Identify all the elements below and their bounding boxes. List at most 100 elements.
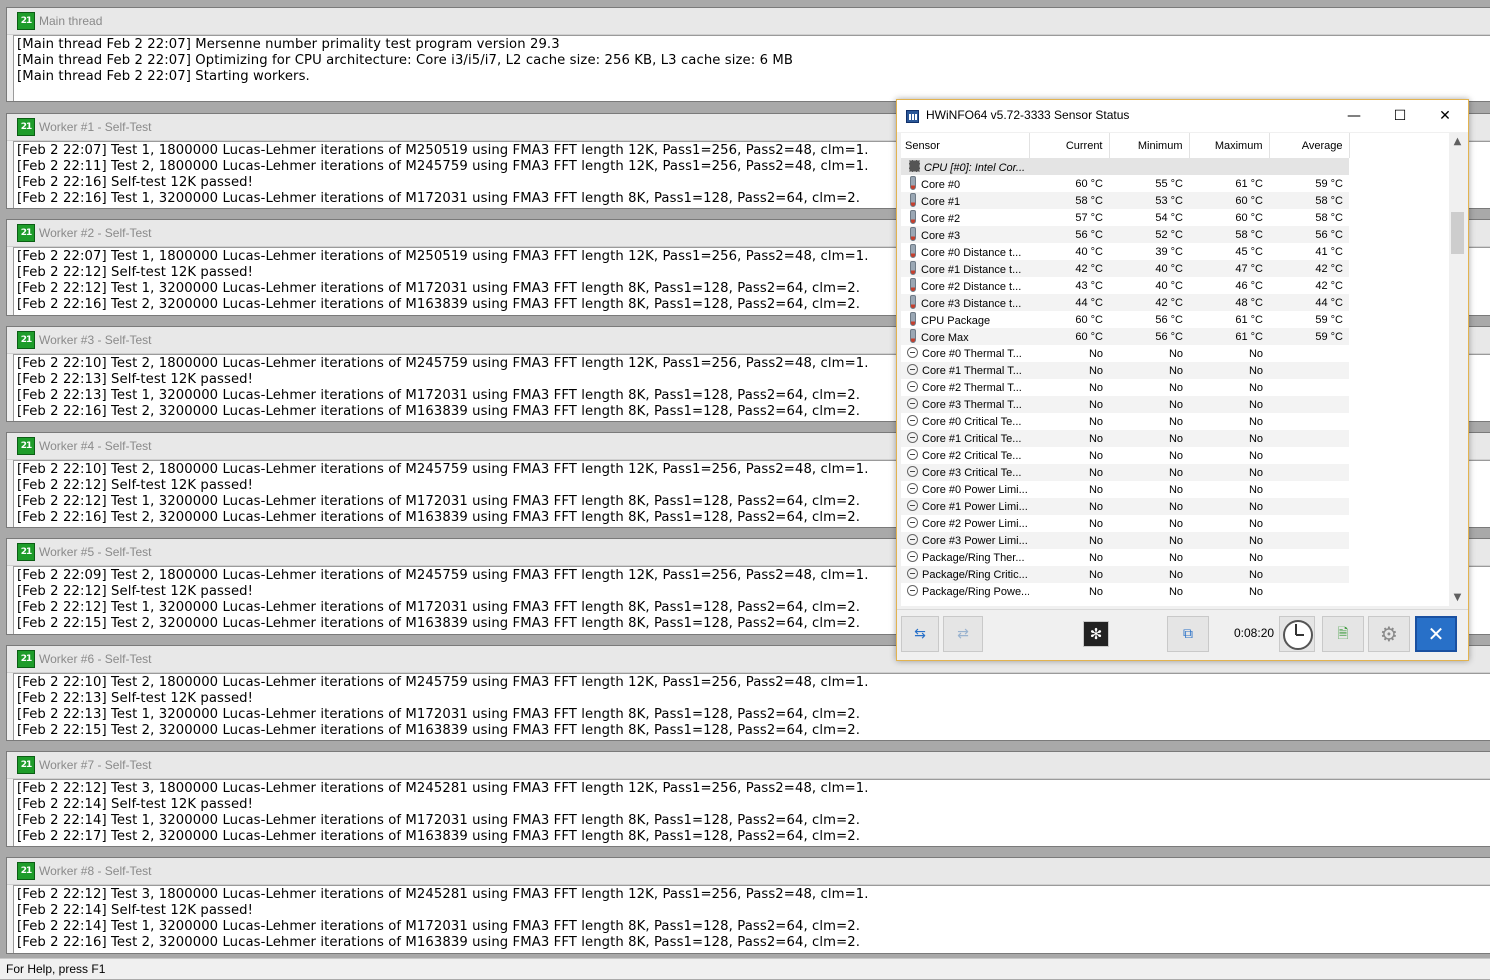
average-value (1269, 515, 1349, 532)
hwinfo-title: HWiNFO64 v5.72-3333 Sensor Status (926, 108, 1130, 122)
close-window-button[interactable]: ✕ (1422, 100, 1468, 132)
sensor-row[interactable]: Core #0 Distance t... 40 °C 39 °C 45 °C 41 °… (901, 243, 1449, 260)
column-header-minimum[interactable]: Minimum (1109, 133, 1190, 158)
current-value: No (1088, 415, 1103, 428)
sensor-row[interactable]: Core #0 Power Limi... No No No (901, 481, 1449, 498)
window-title: Main thread (39, 14, 103, 28)
maximum-value: No (1189, 430, 1269, 447)
minimum-value: No (1109, 532, 1189, 549)
maximum-value: No (1248, 585, 1263, 598)
spacer-cell (1349, 549, 1449, 566)
network-icon[interactable]: ⧉ (1167, 616, 1209, 652)
sensor-row[interactable]: Core #2 Critical Te... No No No (901, 447, 1449, 464)
log-line: [Feb 2 22:14] Test 1, 3200000 Lucas-Lehm… (17, 813, 861, 828)
sensor-row[interactable]: Core #3 Critical Te... No No No (901, 464, 1449, 481)
hwinfo-titlebar[interactable]: HWiNFO64 v5.72-3333 Sensor Status — ☐ ✕ (897, 100, 1468, 132)
minimize-button[interactable]: — (1331, 100, 1377, 132)
sensor-row[interactable]: Core #0 Critical Te... No No No (901, 413, 1449, 430)
sensor-group-row[interactable]: CPU [#0]: Intel Cor... (901, 158, 1449, 175)
sensor-row[interactable]: Core #3 Thermal T... No No No (901, 396, 1449, 413)
current-value: No (1088, 381, 1103, 394)
maximum-value: 58 °C (1189, 226, 1269, 243)
sensor-row[interactable]: Core #1 Critical Te... No No No (901, 430, 1449, 447)
minimum-value: 52 °C (1109, 226, 1189, 243)
hwinfo-sensor-window[interactable]: HWiNFO64 v5.72-3333 Sensor Status — ☐ ✕ … (896, 99, 1469, 661)
column-header-maximum[interactable]: Maximum (1189, 133, 1270, 158)
add-report-icon[interactable]: 🗎 (1322, 616, 1364, 652)
main-thread-titlebar[interactable]: 21 Main thread (7, 8, 1490, 35)
column-header-average[interactable]: Average (1269, 133, 1350, 158)
log-pane[interactable]: [Main thread Feb 2 22:07] Mersenne numbe… (13, 35, 1490, 101)
sensor-row[interactable]: Package/Ring Critic... No No No (901, 566, 1449, 583)
column-header-current[interactable]: Current (1029, 133, 1110, 158)
sensor-scrollbar[interactable]: ▲ ▼ (1449, 133, 1466, 606)
current-value: 44 °C (1029, 294, 1109, 311)
column-header-sensor[interactable]: Sensor (901, 133, 1030, 158)
sensor-name: Core #1 Power Limi... (922, 501, 1028, 513)
sensor-row[interactable]: Core #2 57 °C 54 °C 60 °C 58 °C (901, 209, 1449, 226)
sensor-row[interactable]: Core #3 Power Limi... No No No (901, 532, 1449, 549)
minimum-value: 56 °C (1109, 328, 1189, 345)
sensor-row[interactable]: CPU Package 60 °C 56 °C 61 °C 59 °C (901, 311, 1449, 328)
scroll-down-icon[interactable]: ▼ (1449, 589, 1466, 606)
spacer-cell (1349, 209, 1449, 226)
scroll-thumb[interactable] (1451, 212, 1464, 254)
average-value (1269, 345, 1349, 362)
prime95-icon: 21 (17, 756, 35, 774)
sensor-row[interactable]: Core #1 Thermal T... No No No (901, 362, 1449, 379)
fan-icon[interactable]: ✻ (1083, 621, 1109, 647)
sensor-row[interactable]: Core #2 Power Limi... No No No (901, 515, 1449, 532)
sensor-row[interactable]: Core #3 Distance t... 44 °C 42 °C 48 °C 44 °… (901, 294, 1449, 311)
maximum-value: 61 °C (1235, 177, 1263, 190)
sensor-grid[interactable]: Sensor Current Minimum Maximum Average C… (901, 133, 1449, 606)
log-pane[interactable]: [Feb 2 22:12] Test 3, 1800000 Lucas-Lehm… (13, 779, 1490, 846)
spacer-cell (1349, 345, 1449, 362)
settings-icon[interactable]: ⚙ (1368, 616, 1410, 652)
current-value: No (1029, 362, 1109, 379)
sensor-row[interactable]: Core #2 Distance t... 43 °C 40 °C 46 °C 42 °… (901, 277, 1449, 294)
minimum-value: 39 °C (1155, 245, 1183, 258)
main-thread-window[interactable]: 21 Main thread [Main thread Feb 2 22:07]… (6, 7, 1490, 102)
sensor-name: Core #0 Power Limi... (922, 484, 1028, 496)
close-icon[interactable]: ✕ (1415, 616, 1457, 652)
collapse-arrows-icon[interactable]: ⇄ (943, 616, 983, 652)
worker-titlebar[interactable]: 21 Worker #8 - Self-Test (7, 858, 1490, 885)
sensor-row[interactable]: Core Max 60 °C 56 °C 61 °C 59 °C (901, 328, 1449, 345)
current-value: No (1088, 347, 1103, 360)
minimum-value: No (1168, 483, 1183, 496)
clock-icon[interactable] (1279, 616, 1315, 652)
log-pane[interactable]: [Feb 2 22:12] Test 3, 1800000 Lucas-Lehm… (13, 885, 1490, 953)
no-entry-icon (907, 500, 918, 511)
maximum-value: No (1189, 396, 1269, 413)
log-line: [Feb 2 22:14] Self-test 12K passed! (17, 797, 254, 812)
sensor-row[interactable]: Core #1 Power Limi... No No No (901, 498, 1449, 515)
sensor-row[interactable]: Core #2 Thermal T... No No No (901, 379, 1449, 396)
sensor-name: Core #1 Thermal T... (922, 365, 1022, 377)
worker-window-8[interactable]: 21 Worker #8 - Self-Test [Feb 2 22:12] Tes… (6, 857, 1490, 954)
sensor-row[interactable]: Core #0 Thermal T... No No No (901, 345, 1449, 362)
sensor-row[interactable]: Core #1 Distance t... 42 °C 40 °C 47 °C 42 °… (901, 260, 1449, 277)
spacer-cell (1349, 464, 1449, 481)
minimum-value: No (1109, 362, 1189, 379)
average-value (1269, 583, 1349, 600)
spacer-cell (1349, 379, 1449, 396)
scroll-up-icon[interactable]: ▲ (1449, 133, 1466, 150)
maximum-value: No (1189, 566, 1269, 583)
log-line: [Feb 2 22:14] Self-test 12K passed! (17, 903, 254, 918)
column-header-spacer (1349, 133, 1449, 158)
spacer-cell (1349, 328, 1449, 345)
maximize-button[interactable]: ☐ (1377, 100, 1423, 132)
average-value: 58 °C (1269, 192, 1349, 209)
worker-window-7[interactable]: 21 Worker #7 - Self-Test [Feb 2 22:12] Tes… (6, 751, 1490, 847)
sensor-row[interactable]: Core #0 60 °C 55 °C 61 °C 59 °C (901, 175, 1449, 192)
sensor-row[interactable]: Core #3 56 °C 52 °C 58 °C 56 °C (901, 226, 1449, 243)
log-pane[interactable]: [Feb 2 22:10] Test 2, 1800000 Lucas-Lehm… (13, 673, 1490, 740)
sensor-row[interactable]: Core #1 58 °C 53 °C 60 °C 58 °C (901, 192, 1449, 209)
worker-titlebar[interactable]: 21 Worker #7 - Self-Test (7, 752, 1490, 779)
minimum-value: No (1109, 430, 1189, 447)
sensor-row[interactable]: Package/Ring Ther... No No No (901, 549, 1449, 566)
current-value: 42 °C (1029, 260, 1109, 277)
average-value (1269, 481, 1349, 498)
expand-arrows-icon[interactable]: ⇆ (901, 616, 939, 652)
sensor-row[interactable]: Package/Ring Powe... No No No (901, 583, 1449, 600)
